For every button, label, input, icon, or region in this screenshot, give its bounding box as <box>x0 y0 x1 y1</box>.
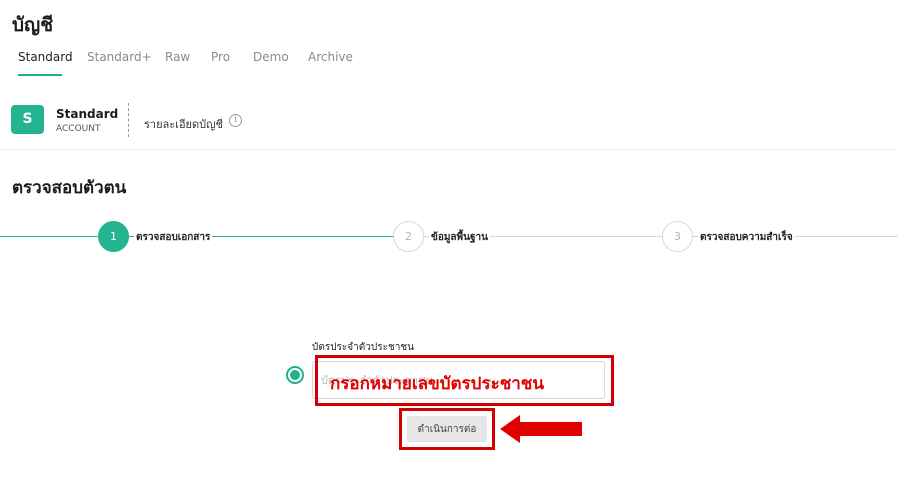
tab-archive[interactable]: Archive <box>308 50 353 64</box>
info-icon[interactable]: i <box>229 114 242 127</box>
step-3-indicator: 3 <box>662 221 693 252</box>
id-card-radio[interactable] <box>286 366 304 384</box>
step-1-label: ตรวจสอบเอกสาร <box>134 230 213 245</box>
step-2-label: ข้อมูลพื้นฐาน <box>429 230 490 245</box>
account-details-link[interactable]: รายละเอียดบัญชี <box>144 115 223 133</box>
step-2-indicator: 2 <box>393 221 424 252</box>
account-divider <box>128 103 129 137</box>
tab-demo[interactable]: Demo <box>253 50 289 64</box>
page-title: บัญชี <box>12 14 54 36</box>
account-tabs: Standard Standard+ Raw Pro Demo Archive <box>0 48 908 82</box>
tab-standard-plus[interactable]: Standard+ <box>87 50 152 64</box>
annotation-button-highlight: ดำเนินการต่อ <box>399 408 495 450</box>
annotation-arrow-icon <box>500 415 582 443</box>
tab-pro[interactable]: Pro <box>211 50 230 64</box>
active-tab-indicator <box>18 74 62 76</box>
stepper-line-completed <box>0 236 100 237</box>
id-card-label: บัตรประจำตัวประชาชน <box>312 342 415 353</box>
verification-title: ตรวจสอบตัวตน <box>12 178 127 198</box>
continue-button[interactable]: ดำเนินการต่อ <box>407 416 487 442</box>
id-card-input[interactable] <box>312 361 605 399</box>
account-name: Standard <box>56 107 119 121</box>
step-1-indicator: 1 <box>98 221 129 252</box>
verification-stepper: 1 ตรวจสอบเอกสาร 2 ข้อมูลพื้นฐาน 3 ตรวจสอ… <box>0 218 908 256</box>
account-avatar: S <box>11 105 44 134</box>
tab-raw[interactable]: Raw <box>165 50 190 64</box>
radio-selected-dot <box>290 370 300 380</box>
account-type: ACCOUNT <box>56 124 101 134</box>
tab-standard[interactable]: Standard <box>18 50 73 64</box>
step-3-label: ตรวจสอบความสำเร็จ <box>698 230 795 245</box>
account-summary: S Standard ACCOUNT รายละเอียดบัญชี i <box>0 100 897 150</box>
